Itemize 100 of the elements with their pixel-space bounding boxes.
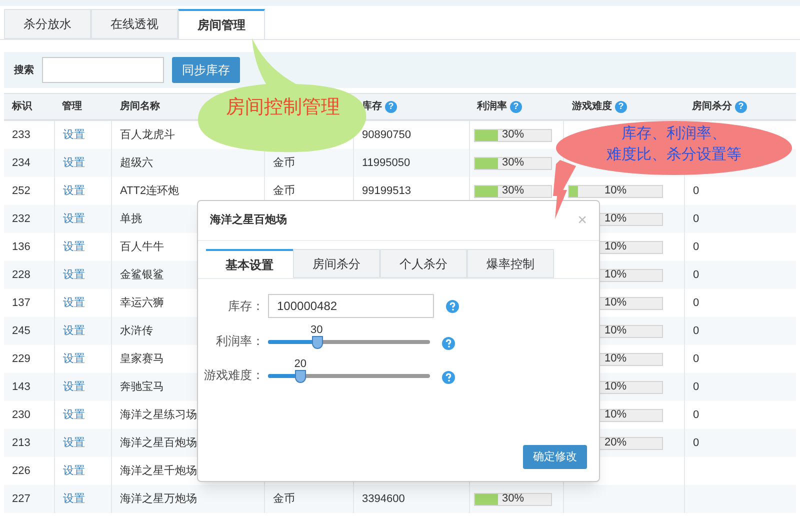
column-header: 标识	[12, 100, 32, 114]
progress-text: 30%	[502, 130, 524, 140]
table-cell-text: 0	[693, 324, 700, 339]
table-cell: 百人龙虎斗	[120, 128, 175, 141]
table-cell: 水浒传	[120, 324, 153, 337]
callout-text: 难度比、杀分设置等	[606, 145, 742, 164]
table-cell: 227	[12, 492, 30, 505]
table-cell: 奔驰宝马	[120, 380, 164, 393]
column-header: 房间名称	[120, 99, 160, 114]
table-cell: 226	[12, 464, 30, 477]
tab[interactable]: 在线透视	[91, 9, 178, 39]
progress-text: 10%	[604, 242, 627, 252]
progress-text: 30%	[502, 186, 524, 196]
table-cell: 11995050	[362, 156, 410, 169]
table-cell: 136	[12, 240, 30, 253]
sync-button[interactable]: 同步库存	[172, 57, 240, 83]
progress-text: 10%	[604, 186, 627, 196]
table-cell: 皇家赛马	[120, 352, 164, 365]
slider-value: 20	[294, 357, 307, 372]
help-icon[interactable]: ?	[615, 100, 627, 112]
table-cell: 单挑	[120, 212, 142, 225]
table-cell: 234	[12, 156, 30, 169]
table-cell: 229	[12, 352, 30, 365]
settings-link[interactable]: 设置	[63, 210, 85, 228]
tab[interactable]: 房间管理	[178, 9, 265, 39]
help-icon[interactable]: ?	[510, 100, 522, 112]
table-cell-text: 0	[693, 268, 700, 283]
slider-thumb[interactable]	[295, 370, 306, 383]
table-cell: 百人牛牛	[120, 240, 164, 253]
tab[interactable]: 个人杀分	[380, 249, 467, 278]
slider-value: 30	[310, 323, 323, 338]
progress-text: 20%	[604, 438, 627, 448]
table-cell-text: 0	[693, 408, 700, 423]
tab[interactable]: 房间杀分	[293, 249, 380, 278]
table-cell-text: 0	[693, 212, 700, 227]
settings-link[interactable]: 设置	[63, 238, 85, 256]
help-icon[interactable]: ?	[385, 100, 397, 112]
settings-link[interactable]: 设置	[63, 294, 85, 312]
table-cell: 213	[12, 436, 30, 449]
settings-link[interactable]: 设置	[63, 490, 85, 508]
table-cell: 233	[12, 128, 30, 141]
search-field[interactable]	[42, 57, 164, 83]
table-cell: 252	[12, 184, 30, 197]
table-cell: 99199513	[362, 184, 411, 197]
table-cell: 137	[12, 296, 30, 309]
field-label: 游戏难度：	[203, 367, 264, 384]
settings-link[interactable]: 设置	[63, 434, 85, 452]
table-cell: 超级六	[120, 156, 153, 169]
progress-text: 30%	[502, 494, 524, 504]
table-cell: ATT2连环炮	[120, 184, 180, 197]
table-cell: 幸运六狮	[120, 296, 164, 309]
search-label: 搜索	[14, 64, 34, 78]
table-cell-text: 0	[693, 296, 700, 311]
table-cell: 海洋之星千炮场	[120, 464, 197, 477]
table-cell: 海洋之星万炮场	[120, 492, 197, 505]
confirm-button[interactable]: 确定修改	[523, 445, 587, 469]
settings-link[interactable]: 设置	[63, 350, 85, 368]
table-cell: 海洋之星练习场	[120, 408, 197, 421]
table-cell-text: 0	[693, 184, 700, 199]
settings-link[interactable]: 设置	[63, 406, 85, 424]
progress-text: 10%	[604, 326, 627, 336]
table-cell-text: 金币	[273, 492, 295, 507]
settings-link[interactable]: 设置	[63, 126, 85, 144]
table-cell: 230	[12, 408, 30, 421]
slider-thumb[interactable]	[312, 336, 323, 349]
settings-link[interactable]: 设置	[63, 182, 85, 200]
progress-text: 10%	[604, 382, 627, 392]
column-header: 利润率	[477, 99, 507, 114]
progress-text: 10%	[604, 354, 627, 364]
table-cell: 228	[12, 268, 30, 281]
table-cell: 金鲨银鲨	[120, 268, 164, 281]
help-icon[interactable]	[442, 371, 455, 384]
table-cell-text: 0	[693, 380, 700, 395]
help-icon[interactable]	[442, 337, 455, 350]
progress-text: 10%	[604, 270, 627, 280]
settings-link[interactable]: 设置	[63, 378, 85, 396]
progress-text: 10%	[604, 298, 627, 308]
progress-text: 10%	[604, 410, 627, 420]
settings-link[interactable]: 设置	[63, 322, 85, 340]
help-icon[interactable]	[446, 300, 459, 312]
dialog-title: 海洋之星百炮场	[210, 212, 287, 228]
settings-link[interactable]: 设置	[63, 462, 85, 480]
stock-field[interactable]: 100000482	[268, 294, 434, 318]
column-header: 游戏难度	[572, 99, 612, 114]
callout-text: 房间控制管理	[226, 96, 340, 120]
callout-text: 库存、利润率、	[622, 124, 726, 143]
table-cell: 90890750	[362, 128, 411, 141]
table-cell-text: 0	[693, 436, 700, 451]
table-cell: 245	[12, 324, 30, 337]
settings-link[interactable]: 设置	[63, 266, 85, 284]
field-label: 库存：	[227, 298, 264, 315]
table-cell: 海洋之星百炮场	[120, 436, 197, 449]
tab[interactable]: 杀分放水	[4, 9, 91, 39]
column-header: 房间杀分	[692, 99, 732, 114]
help-icon[interactable]: ?	[735, 100, 747, 112]
tab[interactable]: 爆率控制	[467, 249, 554, 278]
progress-text: 10%	[604, 214, 627, 224]
table-cell-text: 金币	[273, 156, 295, 171]
table-cell: 3394600	[362, 492, 405, 505]
settings-link[interactable]: 设置	[63, 154, 85, 172]
